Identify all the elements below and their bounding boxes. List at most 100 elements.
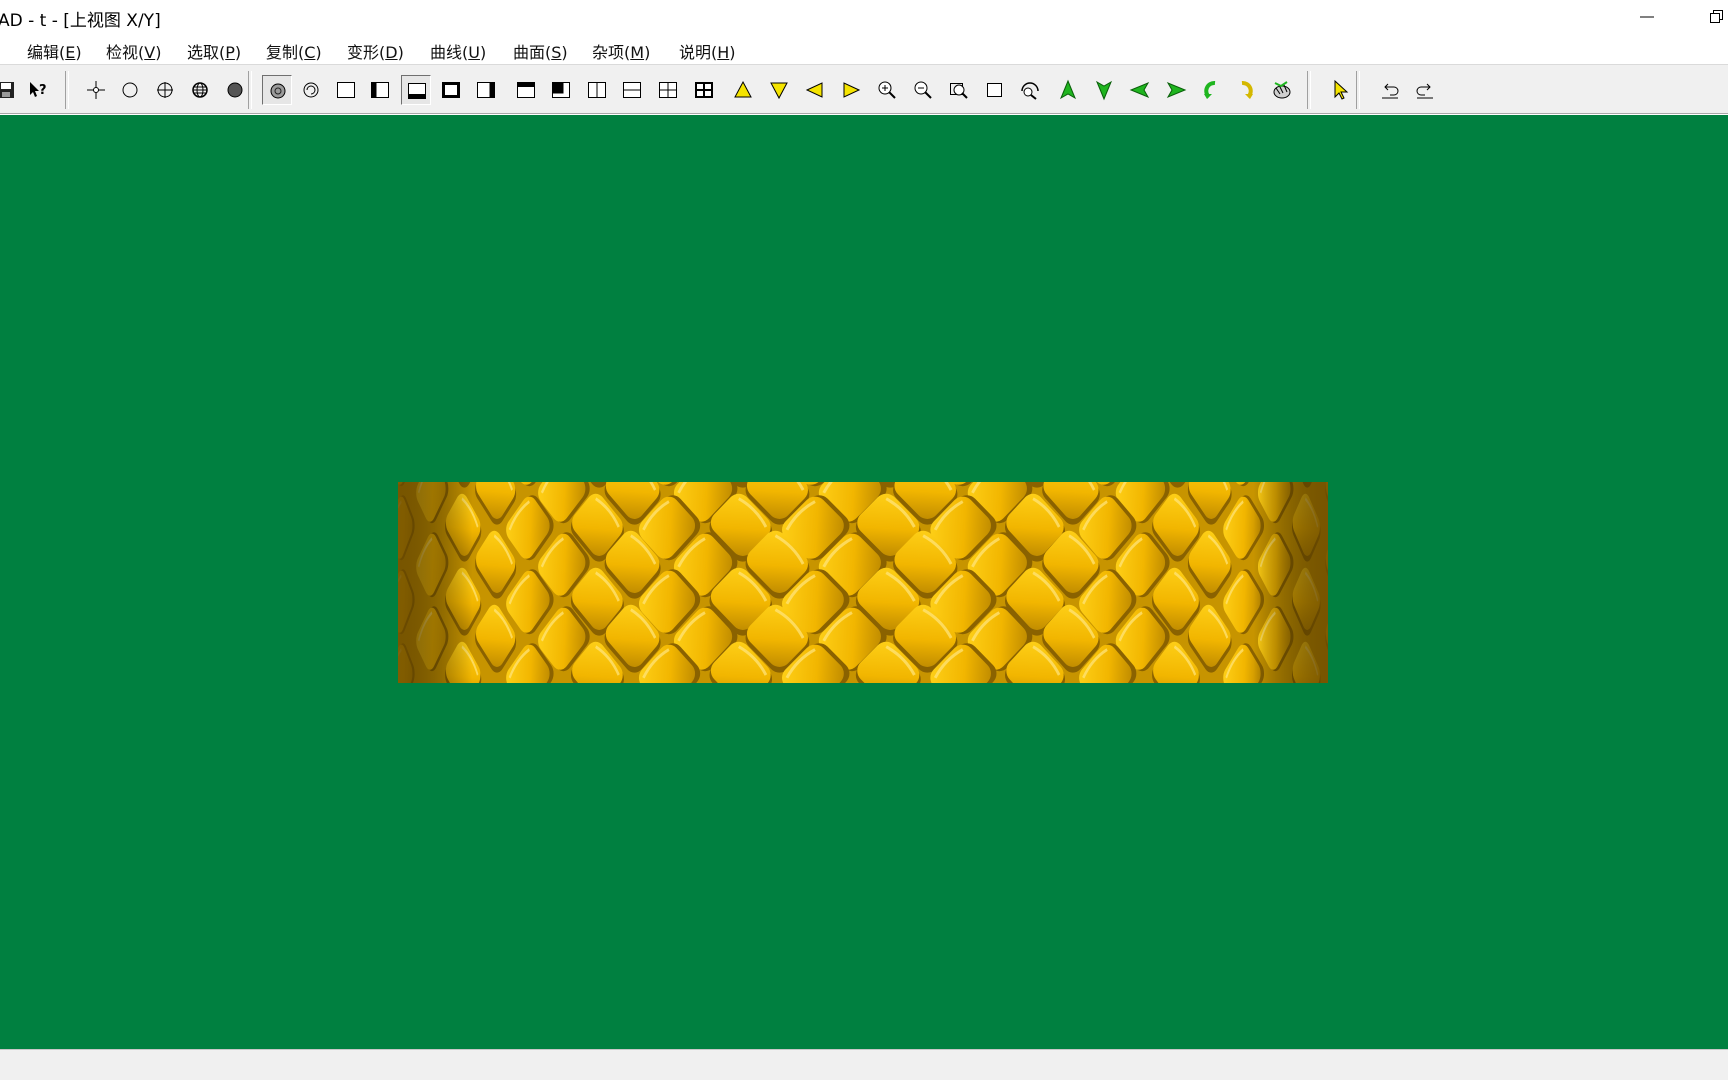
four-views-bold-icon <box>695 82 713 98</box>
zoom-all-icon <box>1021 82 1039 100</box>
zoom-in-button[interactable] <box>872 75 902 105</box>
top-panel-view-button[interactable] <box>511 75 541 105</box>
zoom-window-button[interactable] <box>944 75 974 105</box>
arrow-right-green-icon <box>1166 81 1187 99</box>
status-bar <box>0 1049 1728 1080</box>
bold-frame-view-button[interactable] <box>436 75 466 105</box>
split-vertical-button[interactable] <box>582 75 612 105</box>
arrow-down-yellow-icon <box>770 82 788 100</box>
arrow-up-green-button[interactable] <box>1053 75 1083 105</box>
zoom-out-icon <box>914 81 932 99</box>
toolbar-separator <box>1307 71 1311 109</box>
top-view-viewport[interactable] <box>0 115 1728 1049</box>
window-title: AD - t - [上视图 X/Y] <box>0 11 161 31</box>
zoom-out-button[interactable] <box>908 75 938 105</box>
sphere-grid-icon <box>192 82 208 98</box>
bottom-panel-view-button[interactable] <box>401 75 431 105</box>
shaded-circle-icon <box>270 83 286 99</box>
arrow-down-yellow-button[interactable] <box>764 75 794 105</box>
menu-select[interactable]: 选取(P) <box>187 39 241 63</box>
save-button[interactable] <box>0 75 22 105</box>
right-panel-view-button[interactable] <box>471 75 501 105</box>
split-horizontal-button[interactable] <box>617 75 647 105</box>
left-panel-view-button[interactable] <box>365 75 395 105</box>
zoom-box-button[interactable] <box>980 75 1010 105</box>
arrow-down-green-icon <box>1095 80 1113 101</box>
woven-ring-model[interactable] <box>398 482 1328 683</box>
arrow-left-green-button[interactable] <box>1125 75 1155 105</box>
menu-view[interactable]: 检视(V) <box>106 39 161 63</box>
split-vertical-icon <box>588 82 606 98</box>
svg-text:?: ? <box>39 83 47 98</box>
select-pointer-button[interactable] <box>1326 75 1356 105</box>
menu-surface[interactable]: 曲面(S) <box>513 39 568 63</box>
menu-edit[interactable]: 编辑(E) <box>27 39 82 63</box>
render-button[interactable] <box>1267 75 1297 105</box>
redo-icon <box>1416 83 1433 99</box>
toolbar-separator <box>1356 71 1360 109</box>
right-panel-view-icon <box>477 82 495 98</box>
menu-curve[interactable]: 曲线(U) <box>430 39 486 63</box>
arrow-left-yellow-icon <box>805 82 823 98</box>
redo-button[interactable] <box>1410 75 1440 105</box>
shaded-circle-button[interactable] <box>262 75 292 105</box>
restore-icon <box>1710 10 1723 23</box>
four-views-bold-button[interactable] <box>689 75 719 105</box>
arrow-right-green-button[interactable] <box>1161 75 1191 105</box>
save-icon <box>0 82 14 98</box>
rotate-right-icon <box>1241 81 1253 99</box>
arrow-up-yellow-button[interactable] <box>728 75 758 105</box>
arrow-up-yellow-icon <box>734 80 752 98</box>
sphere-grid-button[interactable] <box>185 75 215 105</box>
arrow-up-green-icon <box>1059 79 1077 100</box>
filled-circle-button[interactable] <box>220 75 250 105</box>
restore-button[interactable] <box>1694 0 1728 34</box>
minimize-icon <box>1640 16 1654 18</box>
single-view-button[interactable] <box>331 75 361 105</box>
zoom-box-icon <box>987 83 1002 97</box>
rotate-left-icon <box>1204 81 1216 99</box>
context-help-icon: ? <box>30 82 47 98</box>
title-bar: AD - t - [上视图 X/Y] <box>0 0 1728 34</box>
select-pointer-icon <box>1334 79 1349 100</box>
corner-panel-view-icon <box>552 82 570 98</box>
snap-point-icon <box>87 81 105 99</box>
menu-copy[interactable]: 复制(C) <box>266 39 322 63</box>
corner-panel-view-button[interactable] <box>546 75 576 105</box>
toolbar-separator <box>65 71 69 109</box>
menu-misc[interactable]: 杂项(M) <box>592 39 650 63</box>
context-help-button[interactable]: ? <box>23 75 53 105</box>
rotate-right-button[interactable] <box>1231 75 1261 105</box>
circle-icon <box>122 82 138 98</box>
arrow-left-yellow-button[interactable] <box>800 75 830 105</box>
left-panel-view-icon <box>371 82 389 98</box>
rotate-left-button[interactable] <box>1196 75 1226 105</box>
zoom-window-icon <box>950 83 968 99</box>
circle-button[interactable] <box>115 75 145 105</box>
single-view-icon <box>337 82 355 98</box>
menu-transform[interactable]: 变形(D) <box>347 39 404 63</box>
arrow-down-green-button[interactable] <box>1089 75 1119 105</box>
arrow-right-yellow-button[interactable] <box>836 75 866 105</box>
rotate-circle-button[interactable] <box>296 75 326 105</box>
zoom-all-button[interactable] <box>1015 75 1045 105</box>
bottom-panel-view-icon <box>408 83 426 99</box>
arrow-right-yellow-icon <box>843 82 861 98</box>
arrow-left-green-icon <box>1129 81 1150 99</box>
zoom-in-icon <box>878 81 896 99</box>
bold-frame-view-icon <box>442 82 460 98</box>
crosshair-circle-button[interactable] <box>150 75 180 105</box>
snap-point-button[interactable] <box>81 75 111 105</box>
rotate-circle-icon <box>303 82 319 98</box>
four-views-icon <box>659 82 677 98</box>
undo-icon <box>1382 83 1399 99</box>
toolbar: ? <box>0 64 1728 114</box>
minimize-button[interactable] <box>1624 0 1670 34</box>
four-views-button[interactable] <box>653 75 683 105</box>
undo-button[interactable] <box>1375 75 1405 105</box>
render-icon <box>1273 81 1291 99</box>
crosshair-circle-icon <box>157 82 173 98</box>
menu-help[interactable]: 说明(H) <box>679 39 736 63</box>
split-horizontal-icon <box>623 82 641 98</box>
menu-bar: )编辑(E)检视(V)选取(P)复制(C)变形(D)曲线(U)曲面(S)杂项(M… <box>0 34 1728 64</box>
